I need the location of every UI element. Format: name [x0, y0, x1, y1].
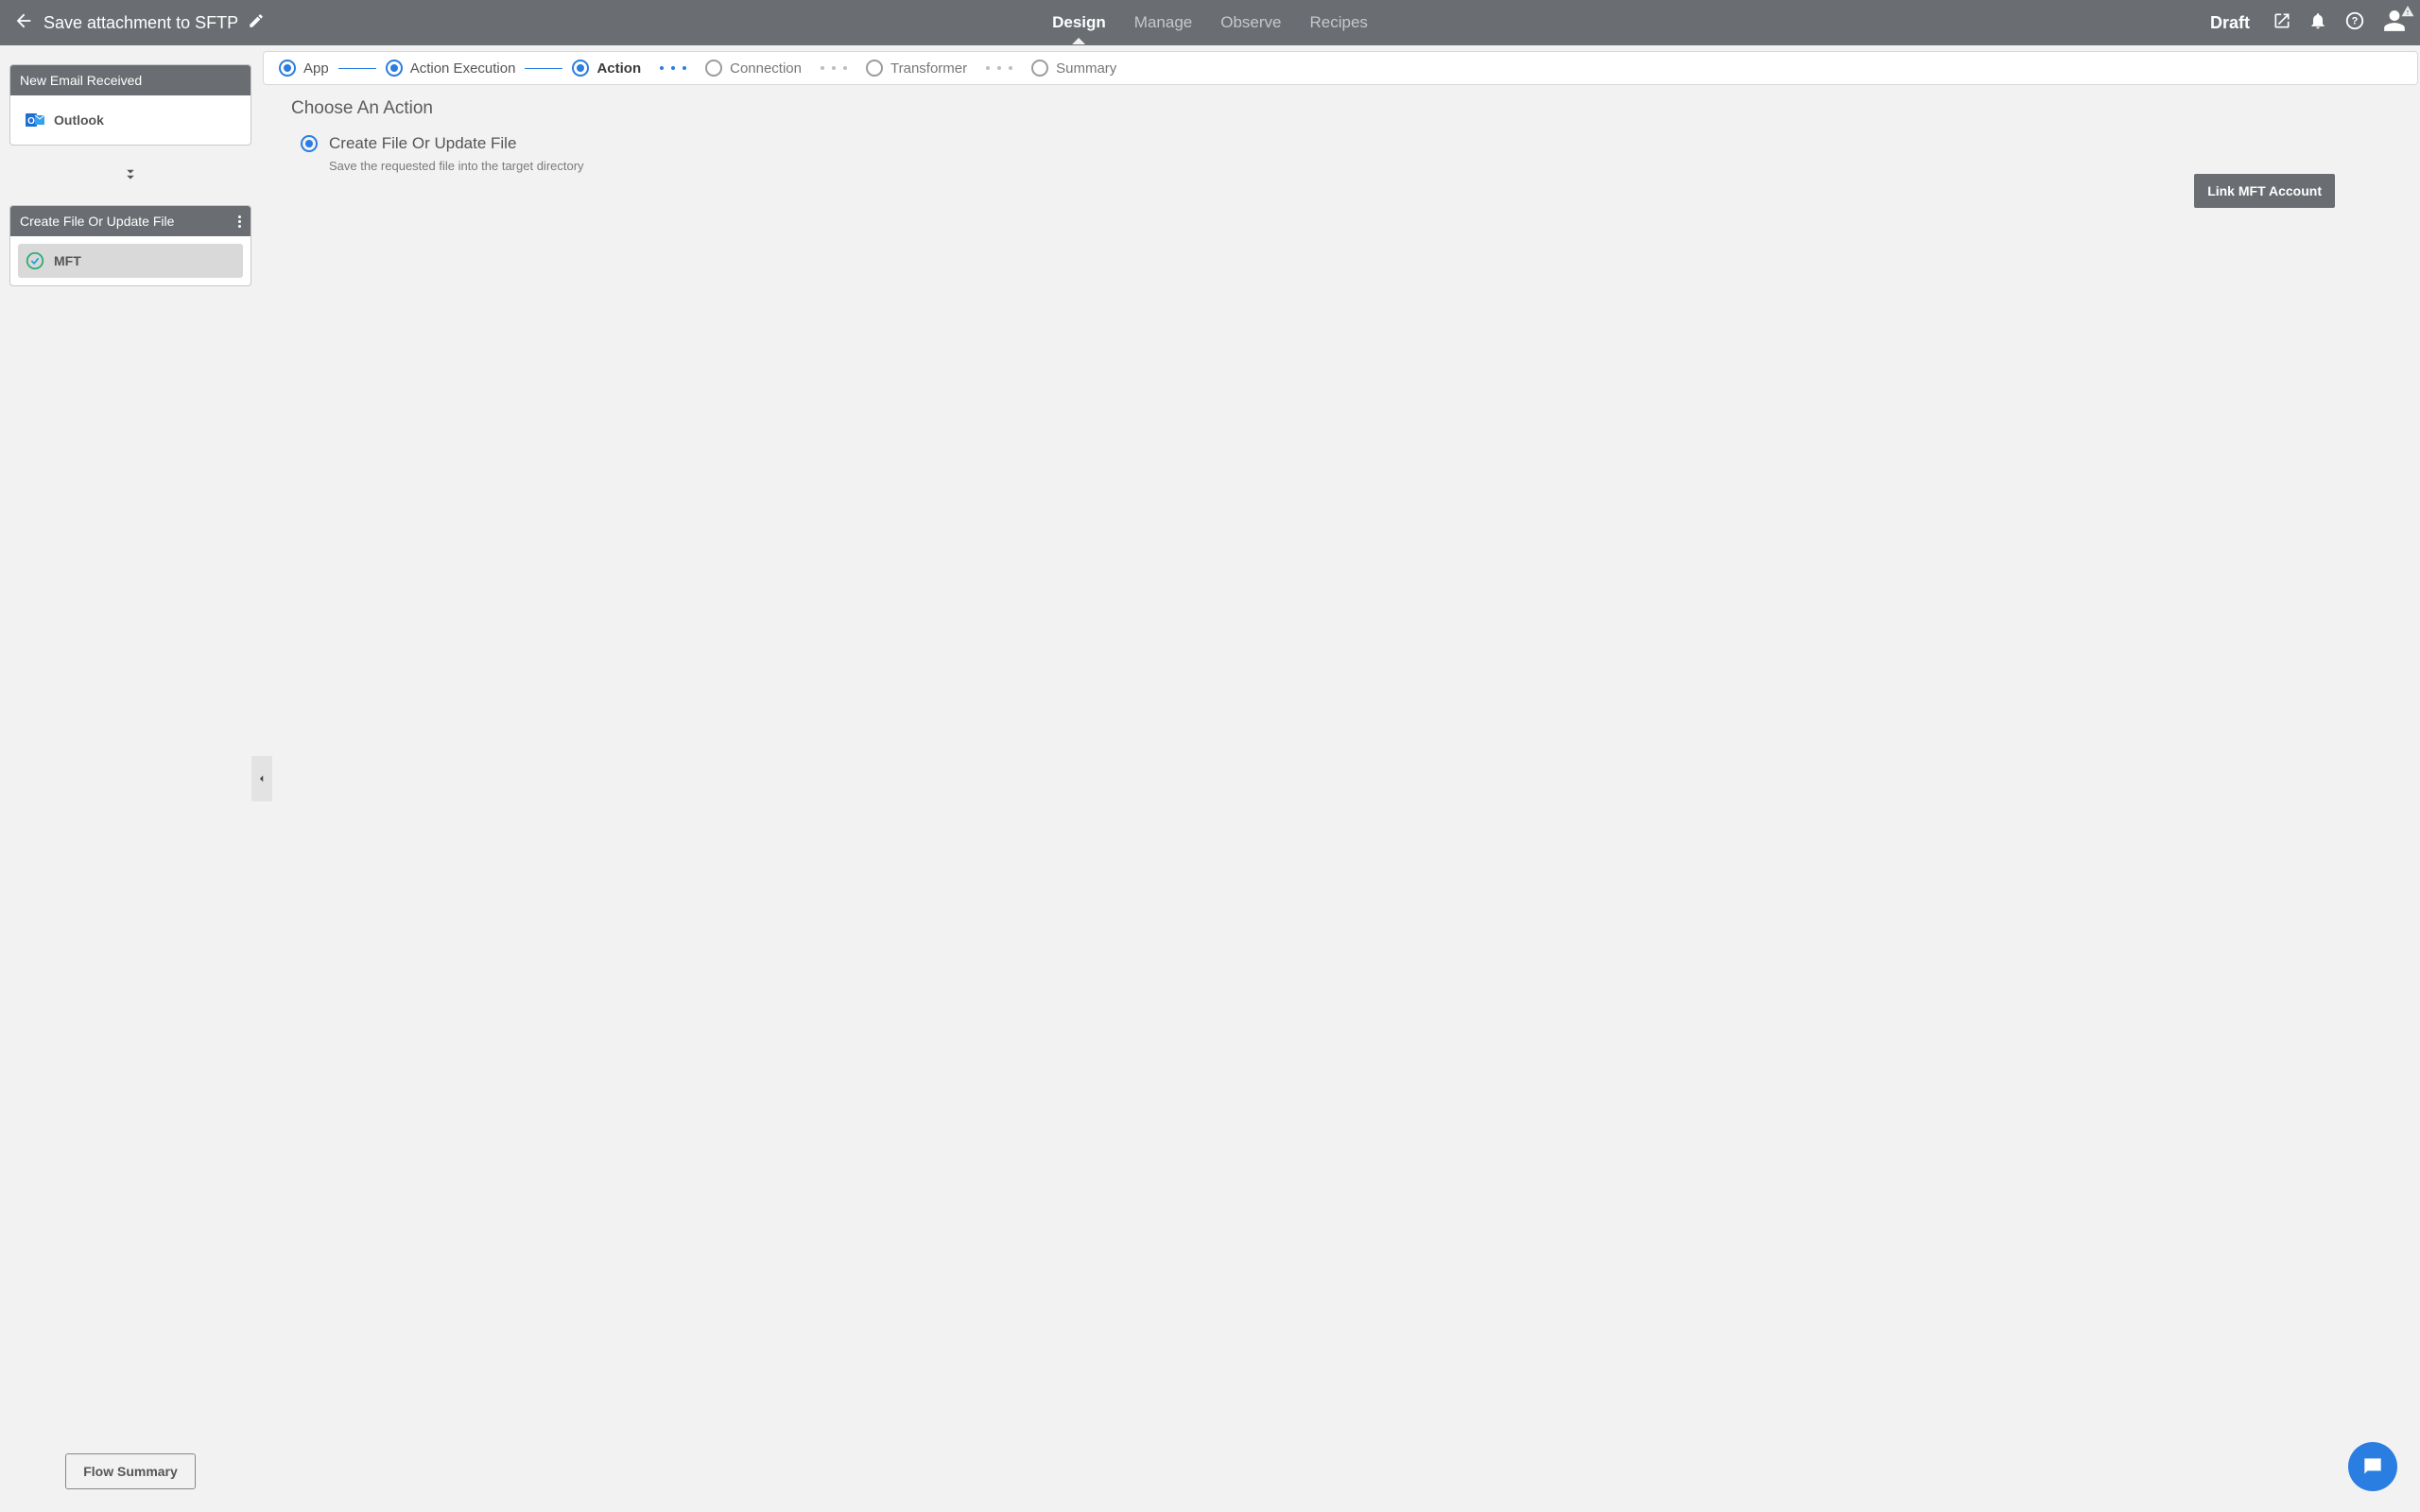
main-tabs: Design Manage Observe Recipes [1050, 2, 1370, 43]
step-summary[interactable]: Summary [1031, 60, 1116, 77]
svg-text:O: O [27, 116, 35, 127]
step-label: Transformer [890, 60, 967, 77]
action-option-title: Create File Or Update File [329, 134, 516, 153]
mft-icon [24, 249, 46, 272]
step-indicator-icon [866, 60, 883, 77]
step-label: Action [596, 60, 641, 77]
step-label: Summary [1056, 60, 1116, 77]
step-action-execution[interactable]: Action Execution [386, 60, 516, 77]
svg-text:?: ? [2352, 15, 2359, 26]
action-option[interactable]: Create File Or Update File [291, 134, 2397, 153]
step-indicator-icon [1031, 60, 1048, 77]
step-connector [525, 68, 562, 69]
kebab-menu-icon[interactable] [238, 215, 241, 228]
tab-observe[interactable]: Observe [1219, 2, 1283, 43]
step-connector [650, 66, 696, 70]
topbar-right: Draft ? [2210, 9, 2407, 38]
open-externally-icon[interactable] [2273, 11, 2291, 35]
main-content: Choose An Action Create File Or Update F… [261, 85, 2420, 1512]
flow-node-header: Create File Or Update File [10, 206, 251, 236]
flow-node-action[interactable]: Create File Or Update File MFT [9, 205, 251, 286]
action-option-description: Save the requested file into the target … [329, 159, 2397, 173]
step-connector [977, 66, 1022, 70]
flow-node-title: Create File Or Update File [20, 214, 174, 229]
radio-selected-icon[interactable] [301, 135, 318, 152]
flow-node-item-label: MFT [54, 253, 81, 268]
outlook-icon: O [24, 109, 46, 131]
tab-design[interactable]: Design [1050, 2, 1108, 43]
top-bar: Save attachment to SFTP Design Manage Ob… [0, 0, 2420, 45]
notifications-icon[interactable] [2308, 11, 2327, 35]
tab-recipes[interactable]: Recipes [1307, 2, 1369, 43]
flow-node-body: MFT [10, 236, 251, 285]
step-indicator-icon [279, 60, 296, 77]
step-indicator-icon [386, 60, 403, 77]
help-icon[interactable]: ? [2344, 10, 2365, 36]
link-mft-account-button[interactable]: Link MFT Account [2194, 174, 2335, 208]
flow-node-title: New Email Received [20, 73, 142, 88]
flow-node-item[interactable]: MFT [18, 244, 243, 278]
flow-node-trigger[interactable]: New Email Received O Outlook [9, 64, 251, 146]
section-heading: Choose An Action [291, 98, 2397, 119]
main-column: App Action Execution Action Connection T… [261, 45, 2420, 1512]
step-connector [811, 66, 856, 70]
flow-node-body: O Outlook [10, 95, 251, 145]
step-connector [338, 68, 376, 69]
page-title: Save attachment to SFTP [43, 13, 238, 33]
step-label: Action Execution [410, 60, 516, 77]
flow-sidebar: New Email Received O Outlook Create File… [0, 45, 261, 1512]
back-arrow-icon[interactable] [13, 10, 34, 36]
edit-title-icon[interactable] [248, 12, 265, 34]
status-badge: Draft [2210, 13, 2250, 33]
step-label: Connection [730, 60, 802, 77]
step-connection[interactable]: Connection [705, 60, 802, 77]
step-app[interactable]: App [279, 60, 329, 77]
chat-fab[interactable] [2348, 1442, 2397, 1491]
step-indicator-icon [572, 60, 589, 77]
wizard-stepper: App Action Execution Action Connection T… [263, 51, 2418, 85]
app-body: New Email Received O Outlook Create File… [0, 45, 2420, 1512]
flow-node-item[interactable]: O Outlook [18, 103, 243, 137]
flow-summary-button[interactable]: Flow Summary [65, 1453, 196, 1489]
flow-node-item-label: Outlook [54, 112, 104, 128]
step-indicator-icon [705, 60, 722, 77]
title-area: Save attachment to SFTP [13, 10, 265, 36]
step-action[interactable]: Action [572, 60, 641, 77]
user-avatar-icon[interactable] [2382, 9, 2407, 38]
step-transformer[interactable]: Transformer [866, 60, 967, 77]
flow-connector-icon [9, 166, 251, 188]
flow-node-header: New Email Received [10, 65, 251, 95]
tab-manage[interactable]: Manage [1132, 2, 1194, 43]
step-label: App [303, 60, 329, 77]
